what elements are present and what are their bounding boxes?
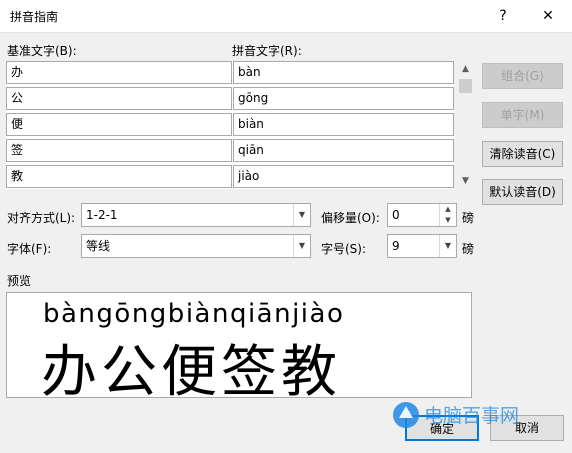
- font-value: 等线: [86, 239, 111, 253]
- size-unit: 磅: [462, 242, 475, 256]
- ruby-text-cell[interactable]: jiào: [233, 165, 454, 188]
- base-text-cell[interactable]: 签: [6, 139, 232, 162]
- chevron-down-icon[interactable]: ▼: [457, 173, 474, 189]
- chevron-down-icon[interactable]: ▼: [439, 235, 456, 257]
- base-text-cell[interactable]: 办: [6, 61, 232, 84]
- preview-text: 办公便签教: [41, 340, 341, 405]
- alignment-value: 1-2-1: [86, 208, 118, 222]
- base-text-label: 基准文字(B):: [7, 44, 77, 58]
- chevron-up-icon[interactable]: ▲: [457, 61, 474, 77]
- mono-button[interactable]: 单字(M): [482, 102, 563, 128]
- base-text-cell[interactable]: 便: [6, 113, 232, 136]
- offset-value: 0: [392, 208, 400, 222]
- preview-pinyin: bàngōngbiànqiānjiào: [43, 299, 345, 329]
- base-text-cell[interactable]: 公: [6, 87, 232, 110]
- base-text-cell[interactable]: 教: [6, 165, 232, 188]
- offset-label: 偏移量(O):: [321, 211, 380, 225]
- preview-box: bàngōngbiànqiānjiào 办公便签教: [6, 292, 472, 405]
- watermark-logo: 电脑百事网: [393, 402, 519, 428]
- ruby-grid: 办 bàn 公 gōng 便 biàn 签 qiān 教 jiào: [6, 61, 454, 189]
- triangle-up-icon[interactable]: ▲: [439, 204, 456, 215]
- font-select[interactable]: 等线 ▼: [81, 234, 311, 258]
- ruby-text-cell[interactable]: biàn: [233, 113, 454, 136]
- ruby-text-label: 拼音文字(R):: [232, 44, 302, 58]
- size-value: 9: [392, 239, 400, 253]
- chevron-down-icon[interactable]: ▼: [293, 204, 310, 226]
- help-button[interactable]: ?: [488, 4, 518, 28]
- group-button[interactable]: 组合(G): [482, 63, 563, 89]
- close-button[interactable]: ✕: [533, 4, 563, 28]
- offset-unit: 磅: [462, 211, 475, 225]
- preview-label: 预览: [7, 274, 32, 288]
- title-bar: 拼音指南 ? ✕: [0, 0, 572, 33]
- ruby-text-cell[interactable]: gōng: [233, 87, 454, 110]
- grid-scrollbar[interactable]: ▲ ▼: [457, 61, 474, 189]
- font-label: 字体(F):: [7, 242, 52, 256]
- alignment-select[interactable]: 1-2-1 ▼: [81, 203, 311, 227]
- scroll-thumb[interactable]: [459, 79, 472, 93]
- dialog-title: 拼音指南: [10, 10, 59, 24]
- ruby-text-cell[interactable]: qiān: [233, 139, 454, 162]
- triangle-down-icon[interactable]: ▼: [439, 215, 456, 226]
- default-reading-button[interactable]: 默认读音(D): [482, 179, 563, 205]
- ruby-text-cell[interactable]: bàn: [233, 61, 454, 84]
- clear-reading-button[interactable]: 清除读音(C): [482, 141, 563, 167]
- size-select[interactable]: 9 ▼: [387, 234, 457, 258]
- offset-spinner[interactable]: 0 ▲ ▼: [387, 203, 457, 227]
- watermark-text: 电脑百事网: [424, 405, 519, 427]
- chevron-down-icon[interactable]: ▼: [293, 235, 310, 257]
- alignment-label: 对齐方式(L):: [7, 211, 76, 225]
- size-label: 字号(S):: [321, 242, 367, 256]
